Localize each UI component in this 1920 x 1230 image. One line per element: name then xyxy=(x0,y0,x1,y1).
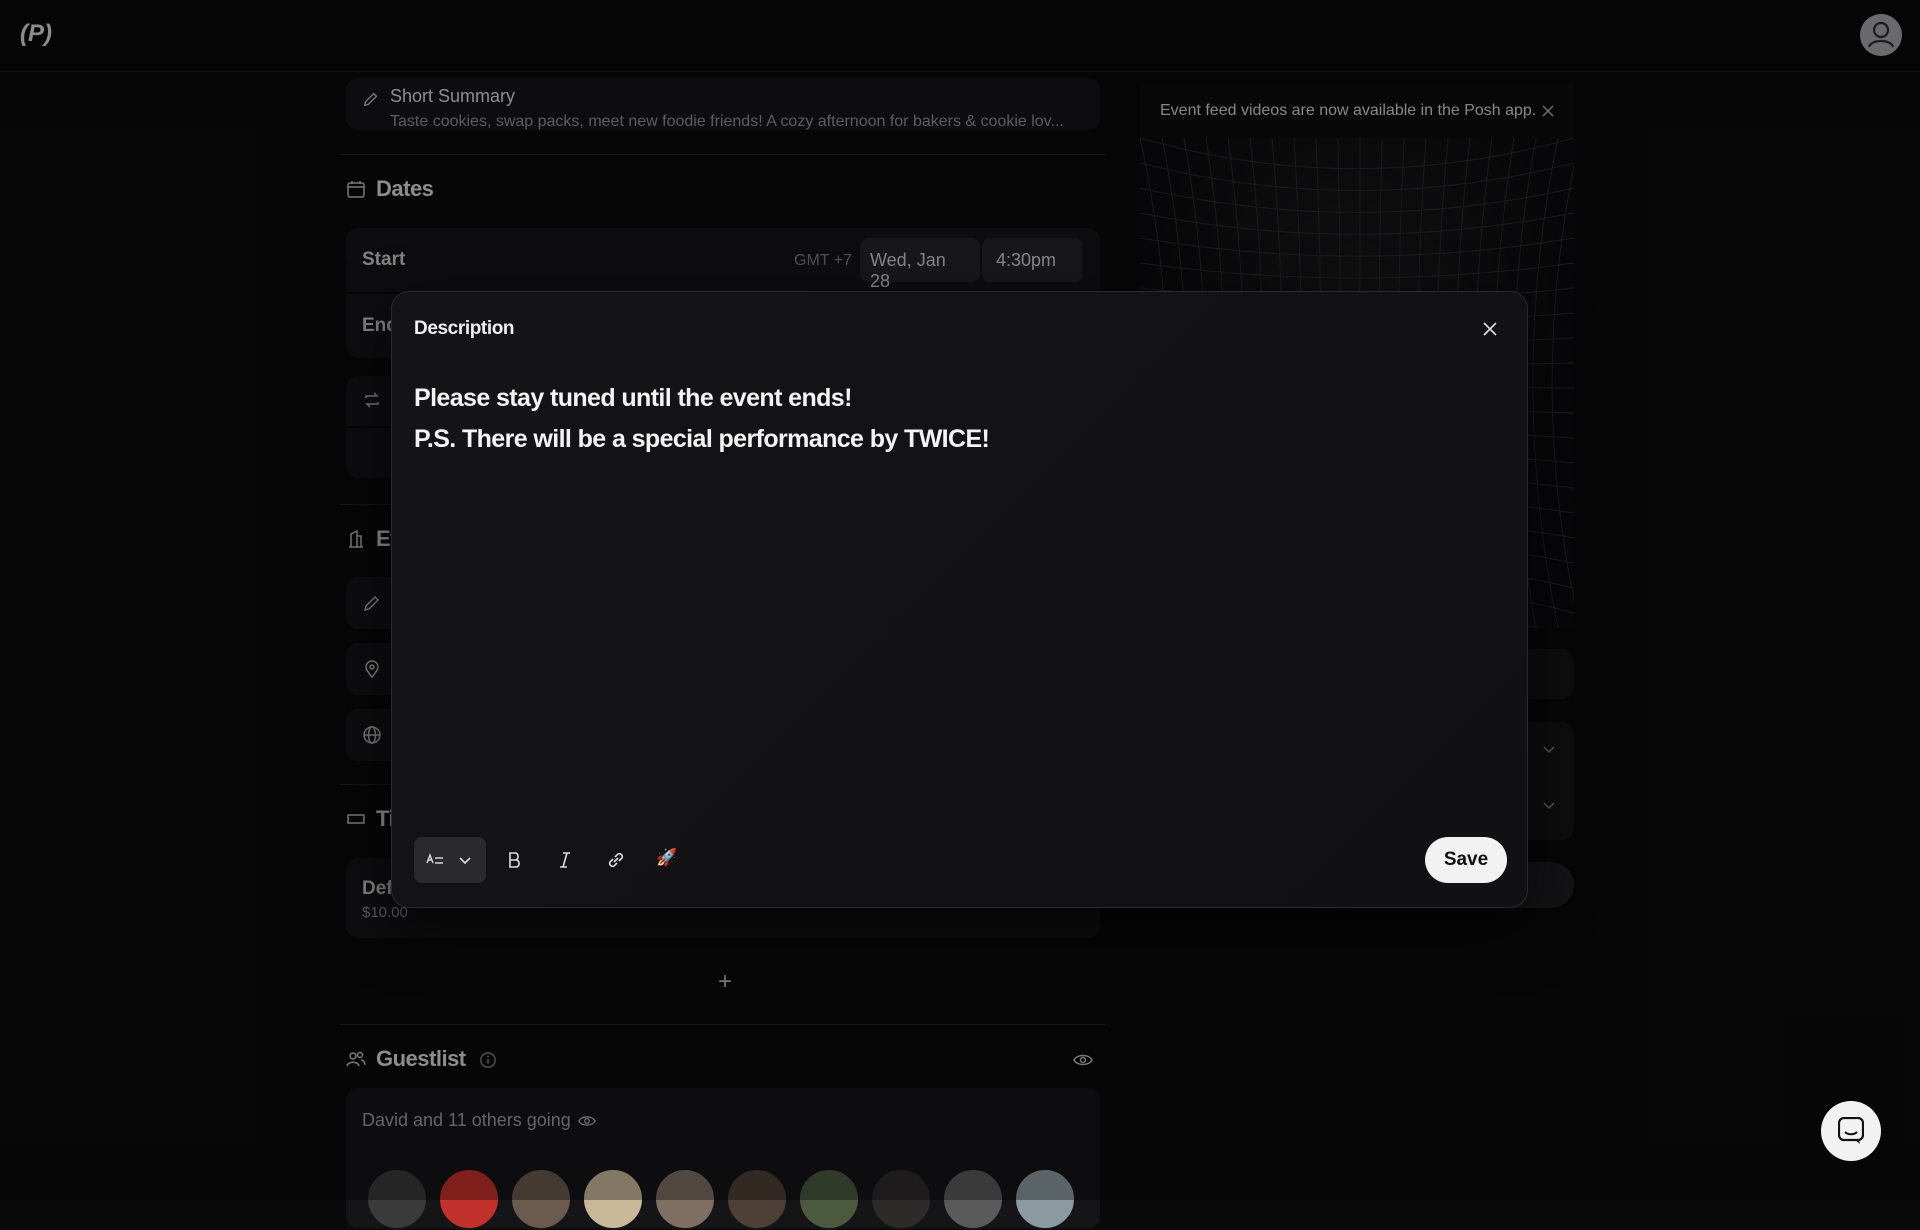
link-icon[interactable] xyxy=(605,849,627,871)
pencil-icon xyxy=(363,92,378,107)
rocket-icon[interactable]: 🚀 xyxy=(656,848,678,870)
tickets-heading: Ti xyxy=(346,806,395,832)
start-time-picker[interactable]: 4:30pm xyxy=(982,238,1082,282)
guestlist-heading: Guestlist xyxy=(346,1046,497,1072)
pencil-icon xyxy=(363,595,380,612)
chat-icon xyxy=(1838,1117,1864,1144)
add-ticket-button[interactable]: + xyxy=(718,968,732,996)
text-style-dropdown[interactable] xyxy=(414,837,486,883)
guestlist-title: Guestlist xyxy=(376,1046,466,1071)
repeat-icon xyxy=(365,392,379,408)
guest-avatar[interactable] xyxy=(870,1168,932,1230)
close-icon[interactable] xyxy=(1481,320,1499,338)
bold-icon[interactable] xyxy=(504,849,526,871)
short-summary-field[interactable]: Short Summary Taste cookies, swap packs,… xyxy=(346,78,1100,130)
guest-avatar[interactable] xyxy=(438,1168,500,1230)
info-icon[interactable] xyxy=(479,1051,497,1069)
dates-title: Dates xyxy=(376,176,434,201)
short-summary-text: Taste cookies, swap packs, meet new food… xyxy=(390,113,1064,130)
users-icon xyxy=(346,1051,366,1067)
modal-title: Description xyxy=(414,318,515,339)
location-pin-icon xyxy=(365,660,379,679)
save-button[interactable]: Save xyxy=(1425,837,1507,883)
guest-avatar[interactable] xyxy=(1014,1168,1076,1230)
announcement-banner: Event feed videos are now available in t… xyxy=(1140,84,1574,138)
guest-avatar[interactable] xyxy=(798,1168,860,1230)
short-summary-label: Short Summary xyxy=(390,86,516,106)
ticket-name: Def xyxy=(362,878,393,899)
timezone-label: GMT +7 xyxy=(794,252,852,269)
description-modal: Description Please stay tuned until the … xyxy=(391,291,1528,908)
building-icon xyxy=(349,529,363,548)
start-date-row[interactable]: Start GMT +7 Wed, Jan 28 4:30pm xyxy=(346,228,1100,292)
support-chat-button[interactable] xyxy=(1821,1101,1881,1161)
guest-avatar[interactable] xyxy=(366,1168,428,1230)
globe-icon xyxy=(363,726,381,744)
guest-avatar[interactable] xyxy=(726,1168,788,1230)
divider xyxy=(340,1024,1105,1025)
guest-avatar[interactable] xyxy=(942,1168,1004,1230)
guest-avatar[interactable] xyxy=(654,1168,716,1230)
calendar-icon xyxy=(347,181,365,198)
start-label: Start xyxy=(362,249,406,270)
editor-line: Please stay tuned until the event ends! xyxy=(414,384,852,412)
posh-logo[interactable]: (P) xyxy=(20,20,54,50)
chevron-down-icon xyxy=(459,857,471,865)
close-icon[interactable] xyxy=(1540,103,1556,119)
editor-line: P.S. There will be a special performance… xyxy=(414,425,990,453)
start-date-picker[interactable]: Wed, Jan 28 xyxy=(860,238,980,291)
text-style-icon xyxy=(426,853,443,864)
top-bar: (P) xyxy=(0,0,1920,72)
divider xyxy=(340,154,1105,155)
eye-icon[interactable] xyxy=(1073,1050,1093,1070)
dates-heading: Dates xyxy=(346,176,434,202)
guest-avatar[interactable] xyxy=(510,1168,572,1230)
banner-text: Event feed videos are now available in t… xyxy=(1160,102,1537,119)
chevron-down-icon[interactable] xyxy=(1542,798,1556,812)
eye-icon[interactable] xyxy=(578,1112,596,1130)
ticket-icon xyxy=(347,814,365,824)
description-editor[interactable]: Please stay tuned until the event ends! … xyxy=(414,378,1494,460)
chevron-down-icon[interactable] xyxy=(1542,742,1556,756)
italic-icon[interactable] xyxy=(554,849,576,871)
guestlist-going-text: David and 11 others going xyxy=(362,1110,571,1130)
guest-avatar[interactable] xyxy=(582,1168,644,1230)
user-avatar[interactable] xyxy=(1860,14,1902,56)
user-icon xyxy=(1860,14,1902,56)
